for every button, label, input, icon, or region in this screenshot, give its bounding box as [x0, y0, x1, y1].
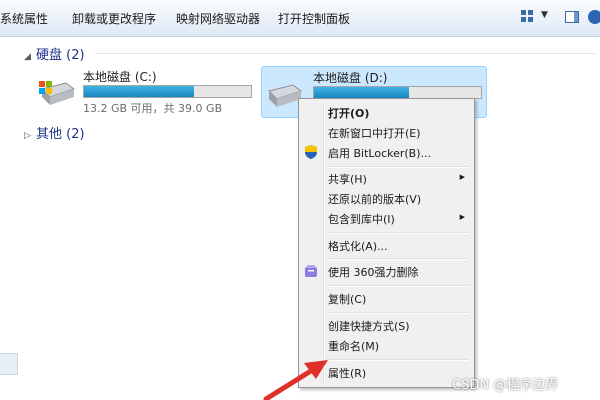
- menu-item-share[interactable]: 共享(H) ▶: [301, 169, 471, 187]
- help-icon[interactable]: [588, 10, 600, 24]
- group-header-other[interactable]: ▷ 其他 (2): [24, 123, 85, 142]
- 360-icon: [305, 265, 317, 277]
- menu-separator: [326, 359, 469, 361]
- free-space-text: 13.2 GB 可用，共 39.0 GB: [83, 102, 223, 115]
- collapse-arrow-icon[interactable]: ◢: [24, 52, 36, 62]
- menu-item-label: 还原以前的版本(V): [328, 193, 422, 206]
- nav-selected-item[interactable]: [0, 353, 18, 375]
- menu-item-rename[interactable]: 重命名(M): [301, 336, 471, 354]
- menu-item-label: 格式化(A)...: [328, 240, 388, 253]
- submenu-arrow-icon: ▶: [459, 173, 465, 181]
- drive-c[interactable]: 本地磁盘 (C:) 13.2 GB 可用，共 39.0 GB: [28, 65, 258, 115]
- menu-item-open-new-window[interactable]: 在新窗口中打开(E): [301, 123, 471, 141]
- group-header-hard-disks[interactable]: ◢ 硬盘 (2): [24, 44, 85, 63]
- group-title: 硬盘 (2): [36, 48, 85, 63]
- menu-item-copy[interactable]: 复制(C): [301, 289, 471, 307]
- menu-item-label: 创建快捷方式(S): [328, 320, 410, 333]
- menu-item-format[interactable]: 格式化(A)...: [301, 236, 471, 254]
- menu-item-label: 属性(R): [328, 367, 367, 380]
- usage-bar-fill: [314, 87, 410, 98]
- menu-item-include-in-library[interactable]: 包含到库中(I) ▶: [301, 209, 471, 227]
- menu-item-bitlocker[interactable]: 启用 BitLocker(B)...: [301, 143, 471, 161]
- menu-item-label: 启用 BitLocker(B)...: [328, 147, 432, 160]
- map-network-drive-button[interactable]: 映射网络驱动器: [176, 10, 260, 27]
- menu-item-label: 重命名(M): [328, 340, 380, 353]
- menu-item-open[interactable]: 打开(O): [301, 103, 471, 121]
- usage-bar-fill: [84, 86, 195, 97]
- open-control-panel-button[interactable]: 打开控制面板: [278, 10, 350, 27]
- context-menu: 打开(O) 在新窗口中打开(E) 启用 BitLocker(B)... 共享(H…: [298, 98, 475, 388]
- menu-item-create-shortcut[interactable]: 创建快捷方式(S): [301, 316, 471, 334]
- system-properties-button[interactable]: 系统属性: [0, 10, 48, 27]
- menu-item-label: 复制(C): [328, 293, 367, 306]
- menu-item-restore-versions[interactable]: 还原以前的版本(V): [301, 189, 471, 207]
- change-view-button[interactable]: ▼: [519, 8, 549, 26]
- annotation-arrow-icon: [263, 360, 328, 400]
- drive-label: 本地磁盘 (D:): [313, 71, 388, 85]
- navigation-pane[interactable]: [0, 37, 18, 400]
- group-divider: [96, 53, 596, 54]
- menu-separator: [326, 232, 469, 234]
- command-bar: 系统属性 卸载或更改程序 映射网络驱动器 打开控制面板 ▼: [0, 0, 600, 37]
- watermark: CSDN @程序边界: [452, 378, 559, 393]
- menu-item-label: 打开(O): [328, 107, 370, 120]
- menu-separator: [326, 166, 469, 168]
- menu-item-label: 包含到库中(I): [328, 213, 395, 226]
- menu-item-label: 在新窗口中打开(E): [328, 127, 421, 140]
- usage-bar: [83, 85, 252, 98]
- hard-drive-windows-icon: [39, 81, 76, 105]
- menu-separator: [326, 312, 469, 314]
- drive-label: 本地磁盘 (C:): [83, 70, 157, 84]
- menu-item-label: 共享(H): [328, 173, 367, 186]
- menu-separator: [326, 285, 469, 287]
- preview-pane-icon[interactable]: [565, 11, 579, 23]
- expand-arrow-icon[interactable]: ▷: [24, 131, 36, 141]
- submenu-arrow-icon: ▶: [459, 213, 465, 221]
- shield-icon: [305, 145, 317, 159]
- menu-separator: [326, 258, 469, 260]
- menu-item-label: 使用 360强力删除: [328, 266, 419, 279]
- menu-item-360-delete[interactable]: 使用 360强力删除: [301, 262, 471, 280]
- group-title: 其他 (2): [36, 127, 85, 142]
- uninstall-program-button[interactable]: 卸载或更改程序: [72, 10, 156, 27]
- chevron-down-icon: ▼: [541, 10, 548, 20]
